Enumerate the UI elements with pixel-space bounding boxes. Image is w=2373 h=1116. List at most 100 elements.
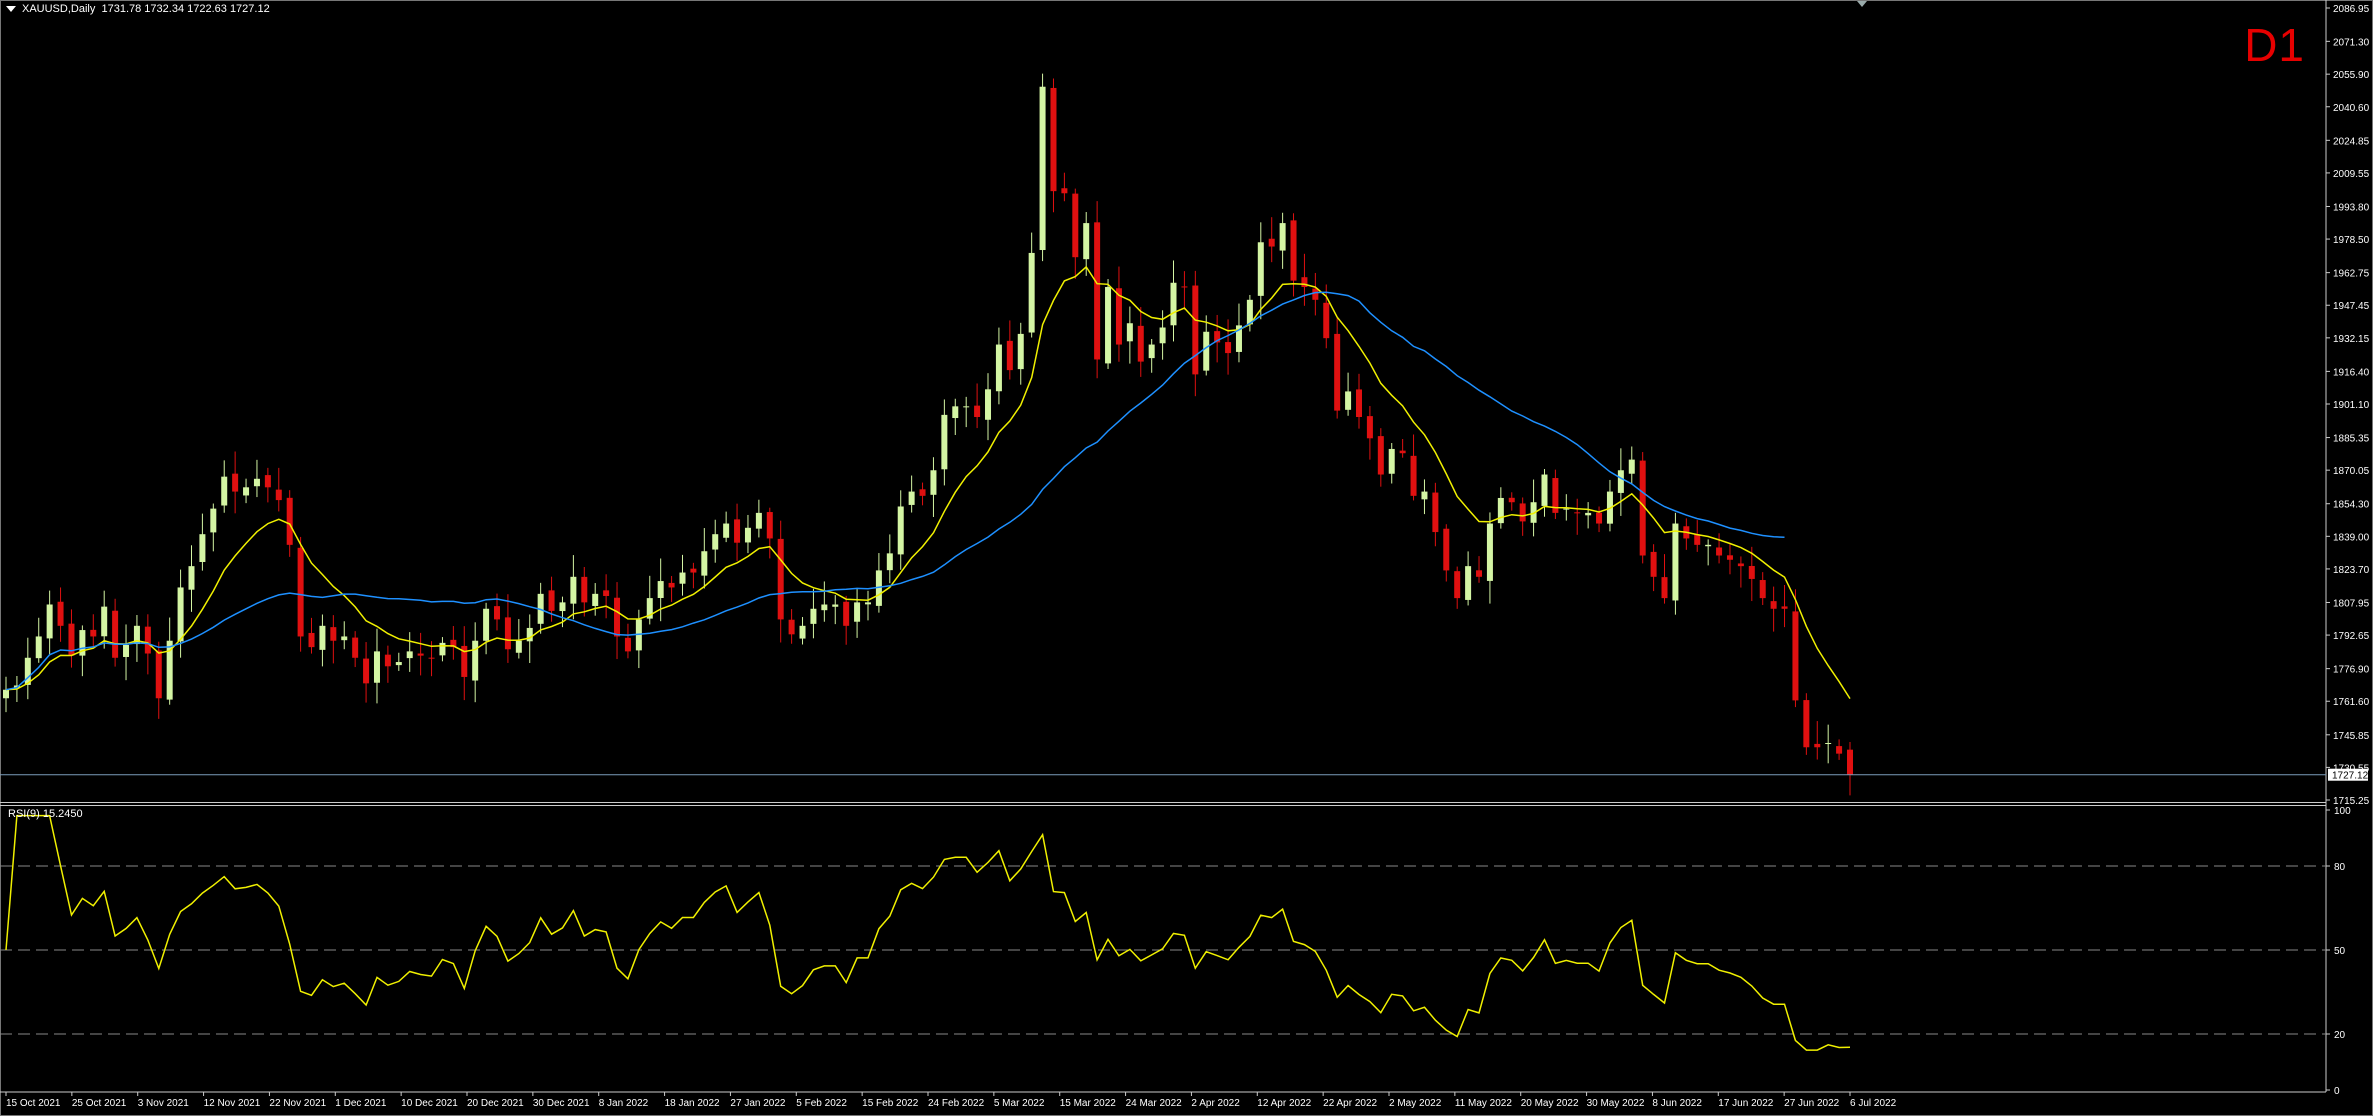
candle — [461, 626, 468, 701]
candle-body — [1705, 544, 1712, 547]
rsi-indicator-label: RSI(9) 15.2450 — [8, 808, 83, 820]
candle — [1366, 405, 1373, 460]
candle — [1257, 222, 1264, 320]
candle — [1661, 554, 1668, 604]
dropdown-triangle-icon[interactable] — [6, 6, 16, 13]
candle — [264, 467, 271, 503]
candle-body — [1345, 391, 1352, 410]
price-tick-label: 2055.90 — [2333, 70, 2370, 81]
candle-body — [1377, 436, 1384, 475]
candle — [1312, 272, 1319, 316]
candle — [668, 575, 675, 602]
candle-body — [1170, 282, 1177, 326]
candle — [1628, 446, 1635, 485]
candle-body — [1028, 252, 1035, 333]
time-tick-label: 8 Jun 2022 — [1652, 1098, 1702, 1109]
candle — [603, 574, 610, 619]
candle — [1508, 492, 1515, 511]
candle-body — [1486, 523, 1493, 581]
candle — [690, 562, 697, 589]
candle — [68, 609, 75, 668]
time-tick-label: 24 Mar 2022 — [1126, 1098, 1183, 1109]
candle — [777, 520, 784, 643]
candle — [199, 513, 206, 571]
chart-canvas[interactable]: 2086.95 2071.30 2055.90 2040.60 2024.85 2009.… — [0, 0, 2373, 1116]
candle-body — [963, 406, 970, 408]
candle-body — [810, 608, 817, 624]
candle-body — [1803, 700, 1810, 748]
candle-body — [1432, 492, 1439, 533]
candle — [832, 595, 839, 625]
candle-body — [624, 637, 631, 652]
time-tick-label: 30 Dec 2021 — [533, 1098, 590, 1109]
candle — [1606, 479, 1613, 532]
candle — [952, 398, 959, 435]
time-tick-label: 15 Oct 2021 — [6, 1098, 61, 1109]
candle — [1726, 543, 1733, 575]
candle — [985, 373, 992, 441]
candle — [723, 511, 730, 543]
candle-body — [701, 551, 708, 576]
price-tick-label: 1745.85 — [2333, 731, 2370, 742]
candle-body — [1716, 547, 1723, 556]
candle-body — [1050, 87, 1057, 192]
candle — [1759, 572, 1766, 605]
candle — [919, 482, 926, 506]
candle-body — [101, 606, 108, 637]
rsi-tick-label: 20 — [2334, 1030, 2346, 1041]
candle — [123, 624, 130, 681]
candle-body — [2, 689, 10, 699]
candle-body — [1443, 528, 1450, 571]
candle-body — [1290, 220, 1297, 281]
candle — [483, 602, 490, 655]
candle-body — [1203, 331, 1210, 371]
candle-body — [985, 389, 992, 420]
rsi-tick-label: 50 — [2334, 946, 2346, 957]
candle-body — [1388, 448, 1395, 474]
candle — [854, 587, 861, 638]
time-tick-label: 27 Jan 2022 — [730, 1098, 785, 1109]
candle-body — [384, 654, 391, 667]
candle — [1617, 448, 1624, 516]
candle-body — [1497, 497, 1504, 524]
candle — [1072, 188, 1079, 279]
candle-body — [799, 625, 806, 639]
price-tick-label: 1901.10 — [2333, 400, 2370, 411]
price-tick-label: 1761.60 — [2333, 697, 2370, 708]
candle — [1836, 739, 1843, 760]
time-tick-label: 17 Jun 2022 — [1718, 1098, 1773, 1109]
candle-body — [1148, 344, 1155, 359]
candle-body — [1061, 188, 1068, 194]
candle-body — [308, 632, 315, 648]
candle — [330, 615, 337, 664]
candle-body — [766, 512, 773, 539]
candle-body — [112, 610, 119, 658]
time-tick-label: 12 Apr 2022 — [1257, 1098, 1311, 1109]
candle-body — [210, 508, 217, 533]
candle-body — [472, 640, 479, 681]
candle-body — [1574, 512, 1581, 514]
candle-body — [1017, 333, 1024, 370]
candle — [363, 642, 370, 703]
symbol-header[interactable]: XAUUSD,Daily 1731.78 1732.34 1722.63 172… — [6, 3, 270, 15]
candle-body — [1650, 551, 1657, 577]
candle-body — [1039, 86, 1046, 251]
shift-marker-icon[interactable] — [1857, 1, 1867, 7]
candle — [1650, 544, 1657, 592]
candle — [1170, 260, 1177, 342]
candle — [450, 626, 457, 660]
candle — [1530, 479, 1537, 537]
candle — [701, 528, 708, 589]
candle — [2, 676, 10, 713]
candle-body — [1519, 503, 1526, 522]
price-tick-label: 1823.70 — [2333, 565, 2370, 576]
candle — [515, 619, 522, 659]
candle — [133, 615, 140, 662]
candle-body — [232, 473, 239, 492]
candle-body — [1355, 389, 1362, 417]
candle — [1061, 172, 1068, 202]
candle — [1137, 307, 1144, 377]
candle-body — [1759, 580, 1766, 599]
candle-body — [177, 587, 184, 642]
candle — [1672, 512, 1679, 615]
